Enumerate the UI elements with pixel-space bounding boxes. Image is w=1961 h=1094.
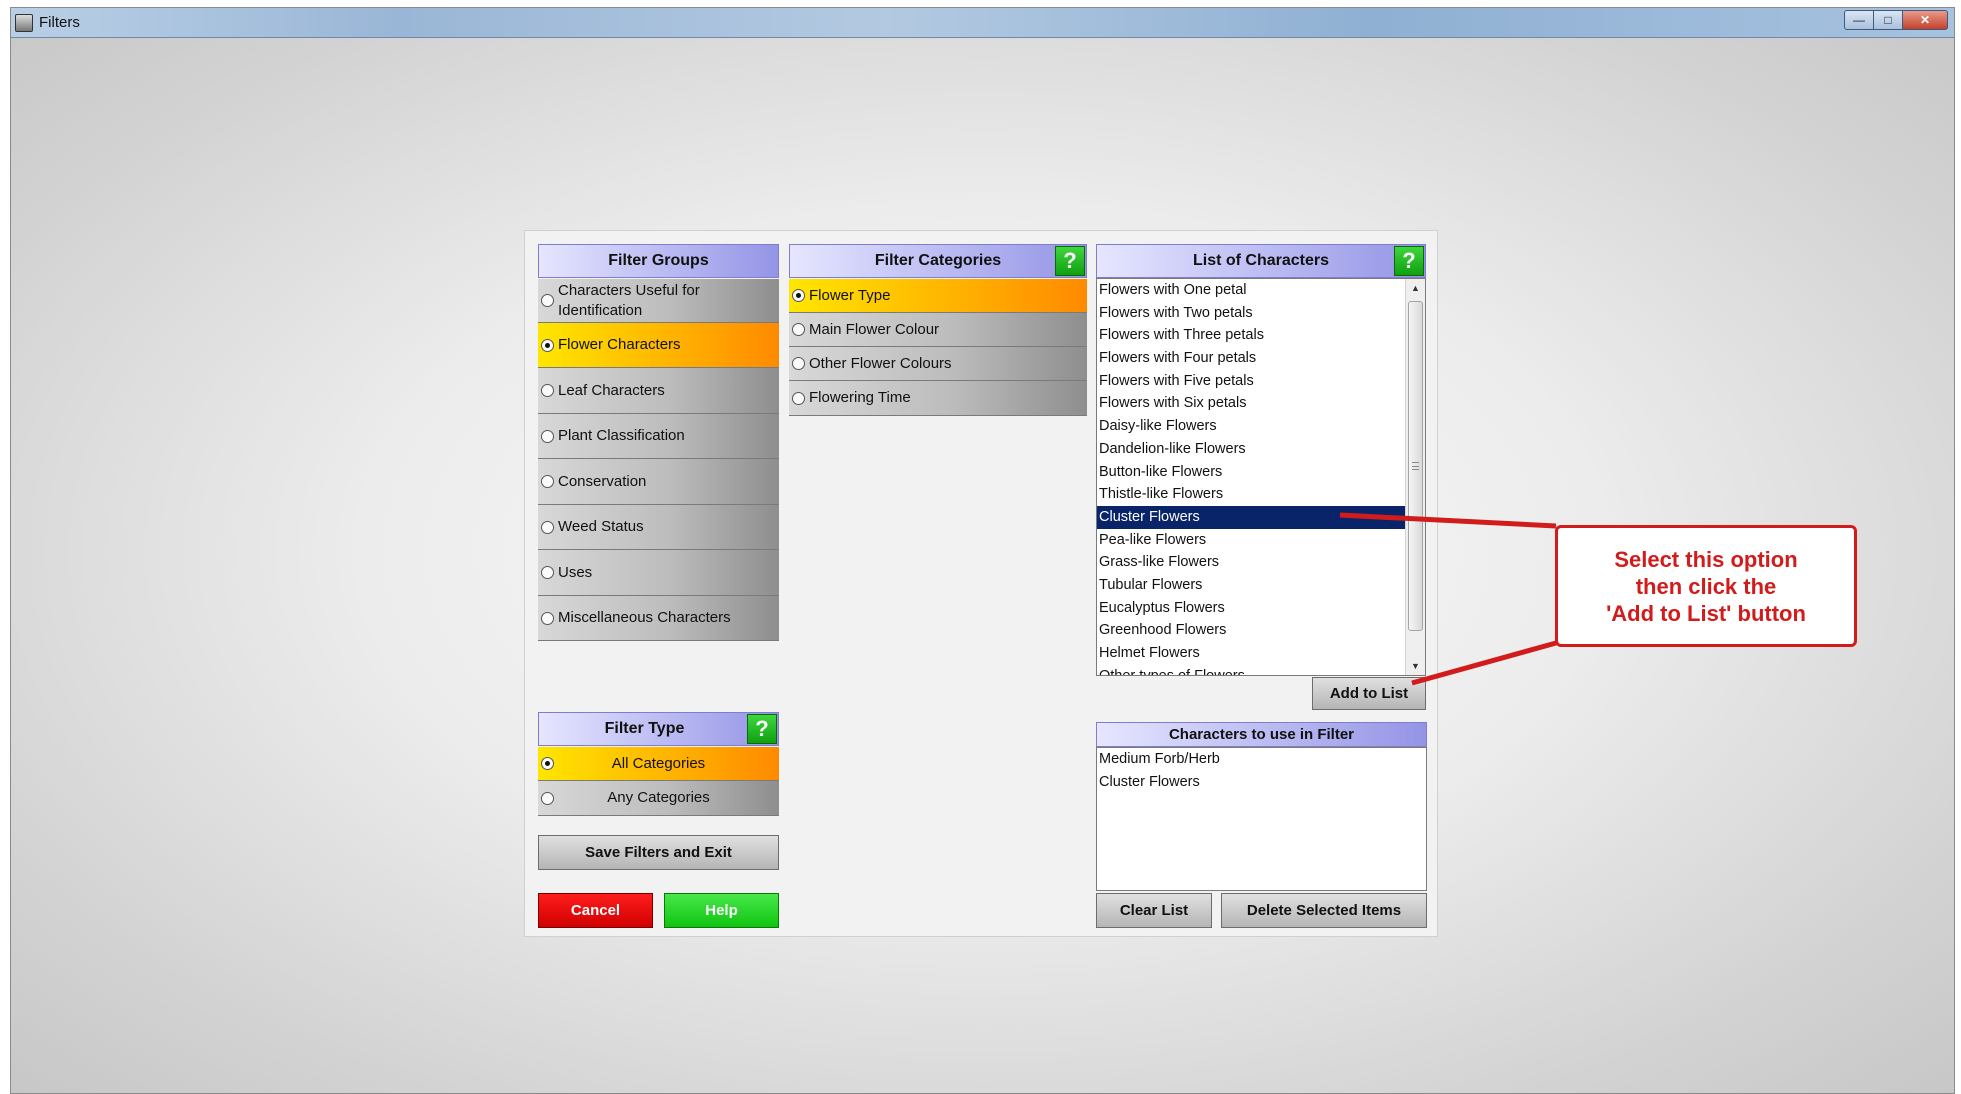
callout-text: Select this option then click the 'Add t… xyxy=(1606,546,1806,627)
callout-line-1: Select this option xyxy=(1614,546,1798,572)
arrow-to-list-item xyxy=(1339,512,1557,529)
instruction-callout: Select this option then click the 'Add t… xyxy=(1555,525,1857,647)
callout-line-3: 'Add to List' button xyxy=(1606,600,1806,626)
arrow-to-add-button xyxy=(1411,640,1557,686)
callout-line-2: then click the xyxy=(1635,573,1777,599)
